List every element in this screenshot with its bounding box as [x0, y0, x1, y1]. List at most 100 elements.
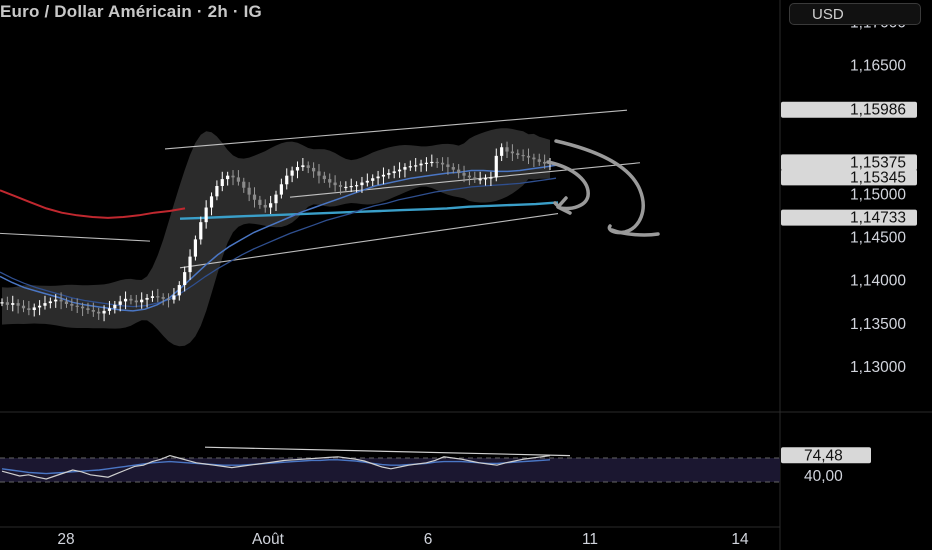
price-chart[interactable]: 74,4840,00 1,170001,165001,150001,145001…: [0, 0, 932, 550]
price-label: 1,15986: [850, 102, 906, 119]
candle-body: [27, 308, 31, 311]
candle-body: [354, 185, 359, 187]
candle-body: [91, 310, 95, 312]
ma-red-line: [0, 189, 186, 219]
currency-selector[interactable]: USD: [789, 3, 921, 25]
candle-body: [145, 297, 149, 300]
candle-body: [430, 161, 434, 164]
candle-body: [301, 165, 305, 168]
candle-body: [166, 298, 171, 301]
candle-body: [505, 147, 509, 152]
candle-body: [263, 204, 267, 208]
candle-body: [317, 171, 321, 176]
candle-body: [543, 161, 547, 164]
candle-body: [338, 185, 343, 187]
candle-body: [333, 182, 337, 186]
candle-body: [113, 304, 117, 309]
rsi-tick-label: 74,48: [804, 447, 843, 464]
candle-body: [48, 301, 52, 304]
candle-body: [188, 256, 192, 273]
time-tick-label: 11: [582, 531, 598, 548]
candle-body: [457, 169, 461, 174]
price-tick-label: 1,15000: [850, 187, 906, 204]
candle-body: [247, 187, 251, 195]
candle-body: [424, 162, 429, 164]
candle-body: [242, 181, 246, 188]
candle-body: [220, 179, 224, 186]
candle-body: [500, 147, 504, 156]
candle-body: [140, 299, 144, 303]
candle-body: [489, 177, 493, 179]
candle-body: [38, 305, 42, 308]
candle-body: [381, 174, 386, 177]
time-axis[interactable]: 28 Août 6 11 14: [57, 531, 749, 548]
candle-body: [21, 305, 26, 309]
candle-body: [295, 167, 300, 171]
candle-body: [226, 175, 230, 180]
candle-body: [526, 155, 531, 158]
candle-body: [290, 170, 294, 176]
candle-body: [5, 302, 9, 305]
candle-body: [532, 157, 536, 160]
chart-title: Euro / Dollar Américain · 2h · IG: [0, 2, 262, 21]
candle-body: [183, 272, 187, 286]
candle-body: [86, 308, 90, 311]
candle-body: [172, 295, 176, 300]
candle-body: [387, 173, 391, 175]
candle-body: [107, 308, 112, 311]
price-tick-label: 1,16500: [850, 57, 906, 74]
price-label: 1,14733: [850, 210, 906, 227]
rsi-divergence-line: [204, 446, 571, 457]
candle-body: [328, 179, 332, 183]
price-label: 1,15345: [850, 169, 906, 186]
candle-body: [521, 154, 525, 157]
candle-body: [440, 162, 445, 165]
candle-body: [70, 303, 74, 306]
candle-body: [467, 175, 472, 178]
candle-body: [54, 299, 58, 302]
candle-body: [274, 194, 278, 204]
candle-body: [473, 177, 477, 180]
candle-body: [446, 164, 450, 168]
time-tick-label: 6: [424, 531, 433, 548]
candle-body: [177, 285, 181, 296]
candle-body: [537, 159, 541, 162]
price-axis[interactable]: 1,170001,165001,150001,145001,140001,135…: [781, 14, 917, 376]
candle-body: [123, 298, 128, 302]
candle-body: [419, 163, 423, 166]
candle-body: [269, 203, 273, 208]
candle-body: [279, 184, 283, 195]
candle-body: [435, 161, 439, 164]
price-tick-label: 1,14500: [850, 230, 906, 247]
candle-body: [397, 169, 402, 172]
candle-body: [134, 300, 138, 303]
candle-body: [414, 165, 418, 167]
candle-body: [252, 194, 257, 200]
candle-body: [0, 302, 4, 304]
candle-body: [199, 222, 203, 240]
candle-body: [408, 166, 412, 168]
candle-body: [236, 177, 240, 182]
hand-drawn-arrows: [546, 139, 660, 237]
candle-body: [59, 299, 63, 302]
candle-body: [376, 176, 380, 179]
rsi-panel: 74,48 40,00: [0, 446, 871, 485]
candle-body: [516, 153, 520, 155]
candle-body: [306, 165, 310, 168]
channel-line-0: [0, 232, 151, 242]
candle-body: [150, 296, 155, 298]
candle-body: [462, 173, 466, 176]
candle-body: [483, 178, 488, 180]
price-tick-label: 1,13500: [850, 316, 906, 333]
candle-body: [360, 182, 364, 186]
candle-body: [118, 301, 122, 305]
candle-body: [161, 297, 165, 299]
candle-body: [451, 167, 455, 170]
candle-body: [285, 175, 289, 185]
rsi-band: [0, 458, 780, 482]
candle-body: [344, 186, 348, 189]
candle-body: [349, 186, 353, 188]
candle-body: [102, 310, 106, 314]
candle-body: [403, 167, 407, 170]
candle-body: [43, 303, 47, 306]
